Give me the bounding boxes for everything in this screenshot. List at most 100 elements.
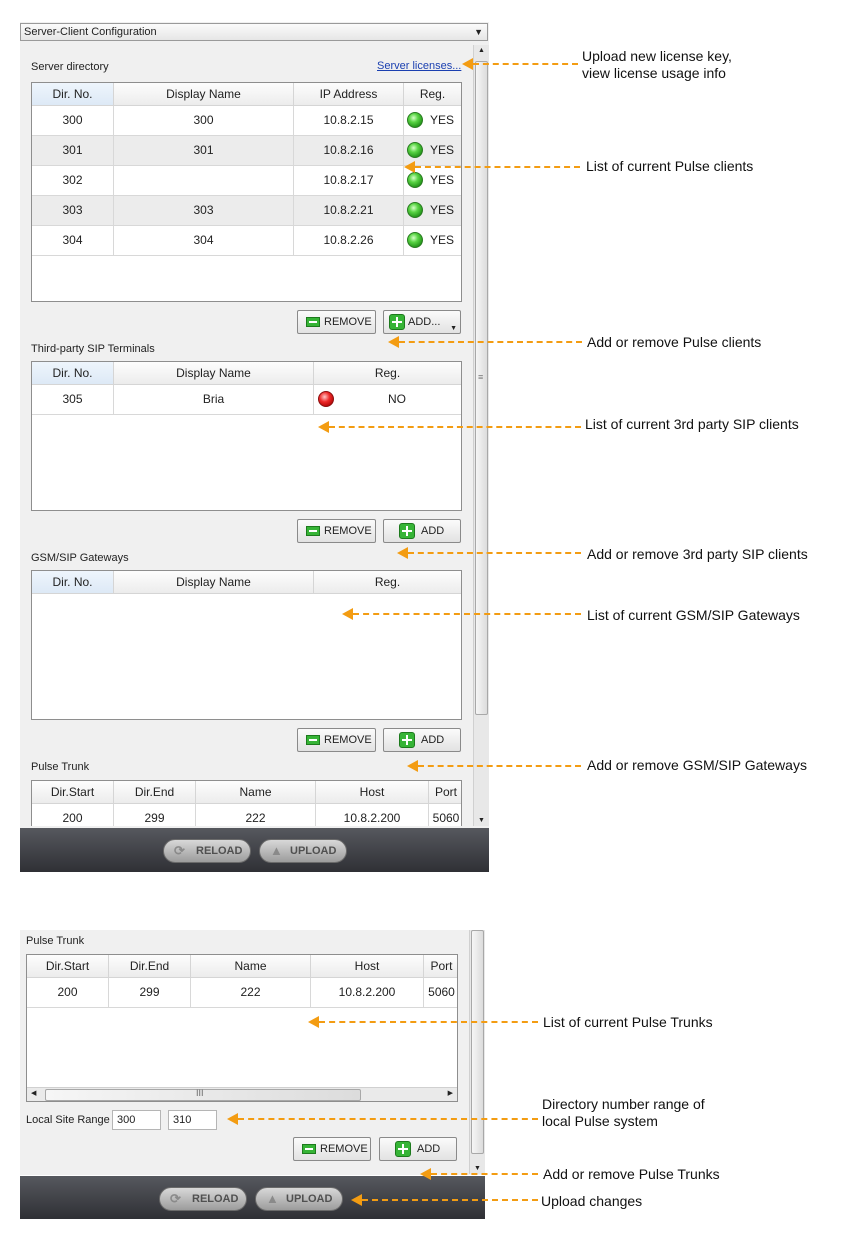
scroll-down-icon[interactable]: ▼ <box>478 817 485 824</box>
column-header-display-name[interactable]: Display Name <box>114 571 314 593</box>
annotation-add-remove-pulse: Add or remove Pulse clients <box>587 334 762 350</box>
cell-name: 303 <box>114 196 294 225</box>
table-header: Dir. No. Display Name Reg. <box>32 362 461 385</box>
column-header-dir-no[interactable]: Dir. No. <box>32 83 114 105</box>
annotation-upload-changes: Upload changes <box>541 1193 643 1209</box>
remove-icon <box>306 317 320 327</box>
column-header-dir-start[interactable]: Dir.Start <box>27 955 109 977</box>
add-sip-button[interactable]: ADD <box>383 519 461 543</box>
column-header-port[interactable]: Port <box>424 955 457 977</box>
upload-button[interactable]: ▲ UPLOAD <box>255 1187 343 1211</box>
column-header-ip[interactable]: IP Address <box>294 83 404 105</box>
column-header-host[interactable]: Host <box>316 781 429 803</box>
range-from-field[interactable]: 300 <box>112 1110 161 1130</box>
add-icon <box>389 314 405 330</box>
annotation-arrow <box>362 1199 538 1201</box>
upload-icon: ▲ <box>270 843 283 858</box>
cell-reg: YES <box>430 233 455 247</box>
button-label: REMOVE <box>324 734 372 746</box>
cell-ip: 10.8.2.16 <box>294 136 404 165</box>
table-row[interactable]: 301 301 10.8.2.16 YES <box>32 136 461 166</box>
annotation-license: Upload new license key, view license usa… <box>582 48 732 82</box>
column-header-reg[interactable]: Reg. <box>314 571 461 593</box>
arrow-head-icon <box>318 421 329 433</box>
server-licenses-link[interactable]: Server licenses... <box>377 60 461 72</box>
column-header-reg[interactable]: Reg. <box>404 83 461 105</box>
scroll-right-icon[interactable]: ▶ <box>448 1089 453 1097</box>
column-header-dir-end[interactable]: Dir.End <box>114 781 196 803</box>
remove-icon <box>302 1144 316 1154</box>
scroll-up-icon[interactable]: ▲ <box>478 47 485 54</box>
arrow-head-icon <box>397 547 408 559</box>
remove-sip-button[interactable]: REMOVE <box>297 519 376 543</box>
pulse-trunk-table: Dir.Start Dir.End Name Host Port 200 299… <box>26 954 458 1102</box>
annotation-arrow <box>473 63 578 65</box>
scroll-down-icon[interactable]: ▼ <box>474 1165 481 1172</box>
annotation-line: local Pulse system <box>542 1113 658 1129</box>
annotation-arrow <box>329 426 581 428</box>
scroll-thumb[interactable]: ≡ <box>475 61 488 715</box>
table-row[interactable]: 200 299 222 10.8.2.200 5060 <box>32 804 461 826</box>
scroll-thumb[interactable] <box>471 930 484 1154</box>
annotation-line: view license usage info <box>582 65 726 81</box>
add-icon <box>395 1141 411 1157</box>
table-row[interactable]: 304 304 10.8.2.26 YES <box>32 226 461 256</box>
column-header-dir-end[interactable]: Dir.End <box>109 955 191 977</box>
button-label: ADD... <box>408 316 441 328</box>
column-header-dir-no[interactable]: Dir. No. <box>32 571 114 593</box>
cell-name: 222 <box>191 978 311 1007</box>
bottom-footer-bar <box>20 1176 485 1219</box>
remove-trunk-button[interactable]: REMOVE <box>293 1137 371 1161</box>
column-header-display-name[interactable]: Display Name <box>114 83 294 105</box>
vertical-scrollbar[interactable]: ▲ ≡ ▼ <box>473 45 489 826</box>
reload-button[interactable]: ⟳ RELOAD <box>159 1187 247 1211</box>
add-trunk-button[interactable]: ADD <box>379 1137 457 1161</box>
cell-ip: 10.8.2.21 <box>294 196 404 225</box>
scroll-left-icon[interactable]: ◀ <box>31 1089 36 1097</box>
local-site-range-label: Local Site Range <box>26 1114 110 1126</box>
add-client-button[interactable]: ADD... ▼ <box>383 310 461 334</box>
button-label: RELOAD <box>196 845 243 857</box>
annotation-add-remove-trunks: Add or remove Pulse Trunks <box>543 1166 720 1182</box>
table-row[interactable]: 300 300 10.8.2.15 YES <box>32 106 461 136</box>
reload-button[interactable]: ⟳ RELOAD <box>163 839 251 863</box>
column-header-dir-no[interactable]: Dir. No. <box>32 362 114 384</box>
table-row[interactable]: 200 299 222 10.8.2.200 5060 <box>27 978 457 1008</box>
cell-reg: YES <box>430 113 455 127</box>
column-header-name[interactable]: Name <box>191 955 311 977</box>
button-label: REMOVE <box>320 1143 368 1155</box>
add-gateway-button[interactable]: ADD <box>383 728 461 752</box>
button-label: UPLOAD <box>290 845 337 857</box>
range-to-field[interactable]: 310 <box>168 1110 217 1130</box>
table-row[interactable]: 305 Bria NO <box>32 385 461 415</box>
grip-icon: III <box>196 1088 204 1098</box>
button-label: ADD <box>417 1143 441 1155</box>
arrow-head-icon <box>404 161 415 173</box>
vertical-scrollbar[interactable]: ▼ <box>469 930 485 1174</box>
config-mode-dropdown[interactable]: Server-Client Configuration ▼ <box>20 23 488 41</box>
arrow-head-icon <box>308 1016 319 1028</box>
cell-dir: 303 <box>32 196 114 225</box>
column-header-host[interactable]: Host <box>311 955 424 977</box>
third-party-table: Dir. No. Display Name Reg. 305 Bria NO <box>31 361 462 511</box>
arrow-head-icon <box>420 1168 431 1180</box>
scroll-thumb[interactable]: III <box>45 1088 361 1101</box>
table-header: Dir.Start Dir.End Name Host Port <box>27 955 457 978</box>
table-row[interactable]: 302 10.8.2.17 YES <box>32 166 461 196</box>
column-header-reg[interactable]: Reg. <box>314 362 461 384</box>
cell-name <box>114 166 294 195</box>
annotation-add-remove-gateways: Add or remove GSM/SIP Gateways <box>587 757 807 773</box>
dropdown-value: Server-Client Configuration <box>24 26 157 38</box>
add-icon <box>399 732 415 748</box>
remove-client-button[interactable]: REMOVE <box>297 310 376 334</box>
column-header-name[interactable]: Name <box>196 781 316 803</box>
column-header-port[interactable]: Port <box>429 781 461 803</box>
upload-button[interactable]: ▲ UPLOAD <box>259 839 347 863</box>
button-label: REMOVE <box>324 525 372 537</box>
table-row[interactable]: 303 303 10.8.2.21 YES <box>32 196 461 226</box>
column-header-display-name[interactable]: Display Name <box>114 362 314 384</box>
column-header-dir-start[interactable]: Dir.Start <box>32 781 114 803</box>
remove-gateway-button[interactable]: REMOVE <box>297 728 376 752</box>
horizontal-scrollbar[interactable]: ◀ III ▶ <box>27 1087 457 1101</box>
cell-host: 10.8.2.200 <box>311 978 424 1007</box>
